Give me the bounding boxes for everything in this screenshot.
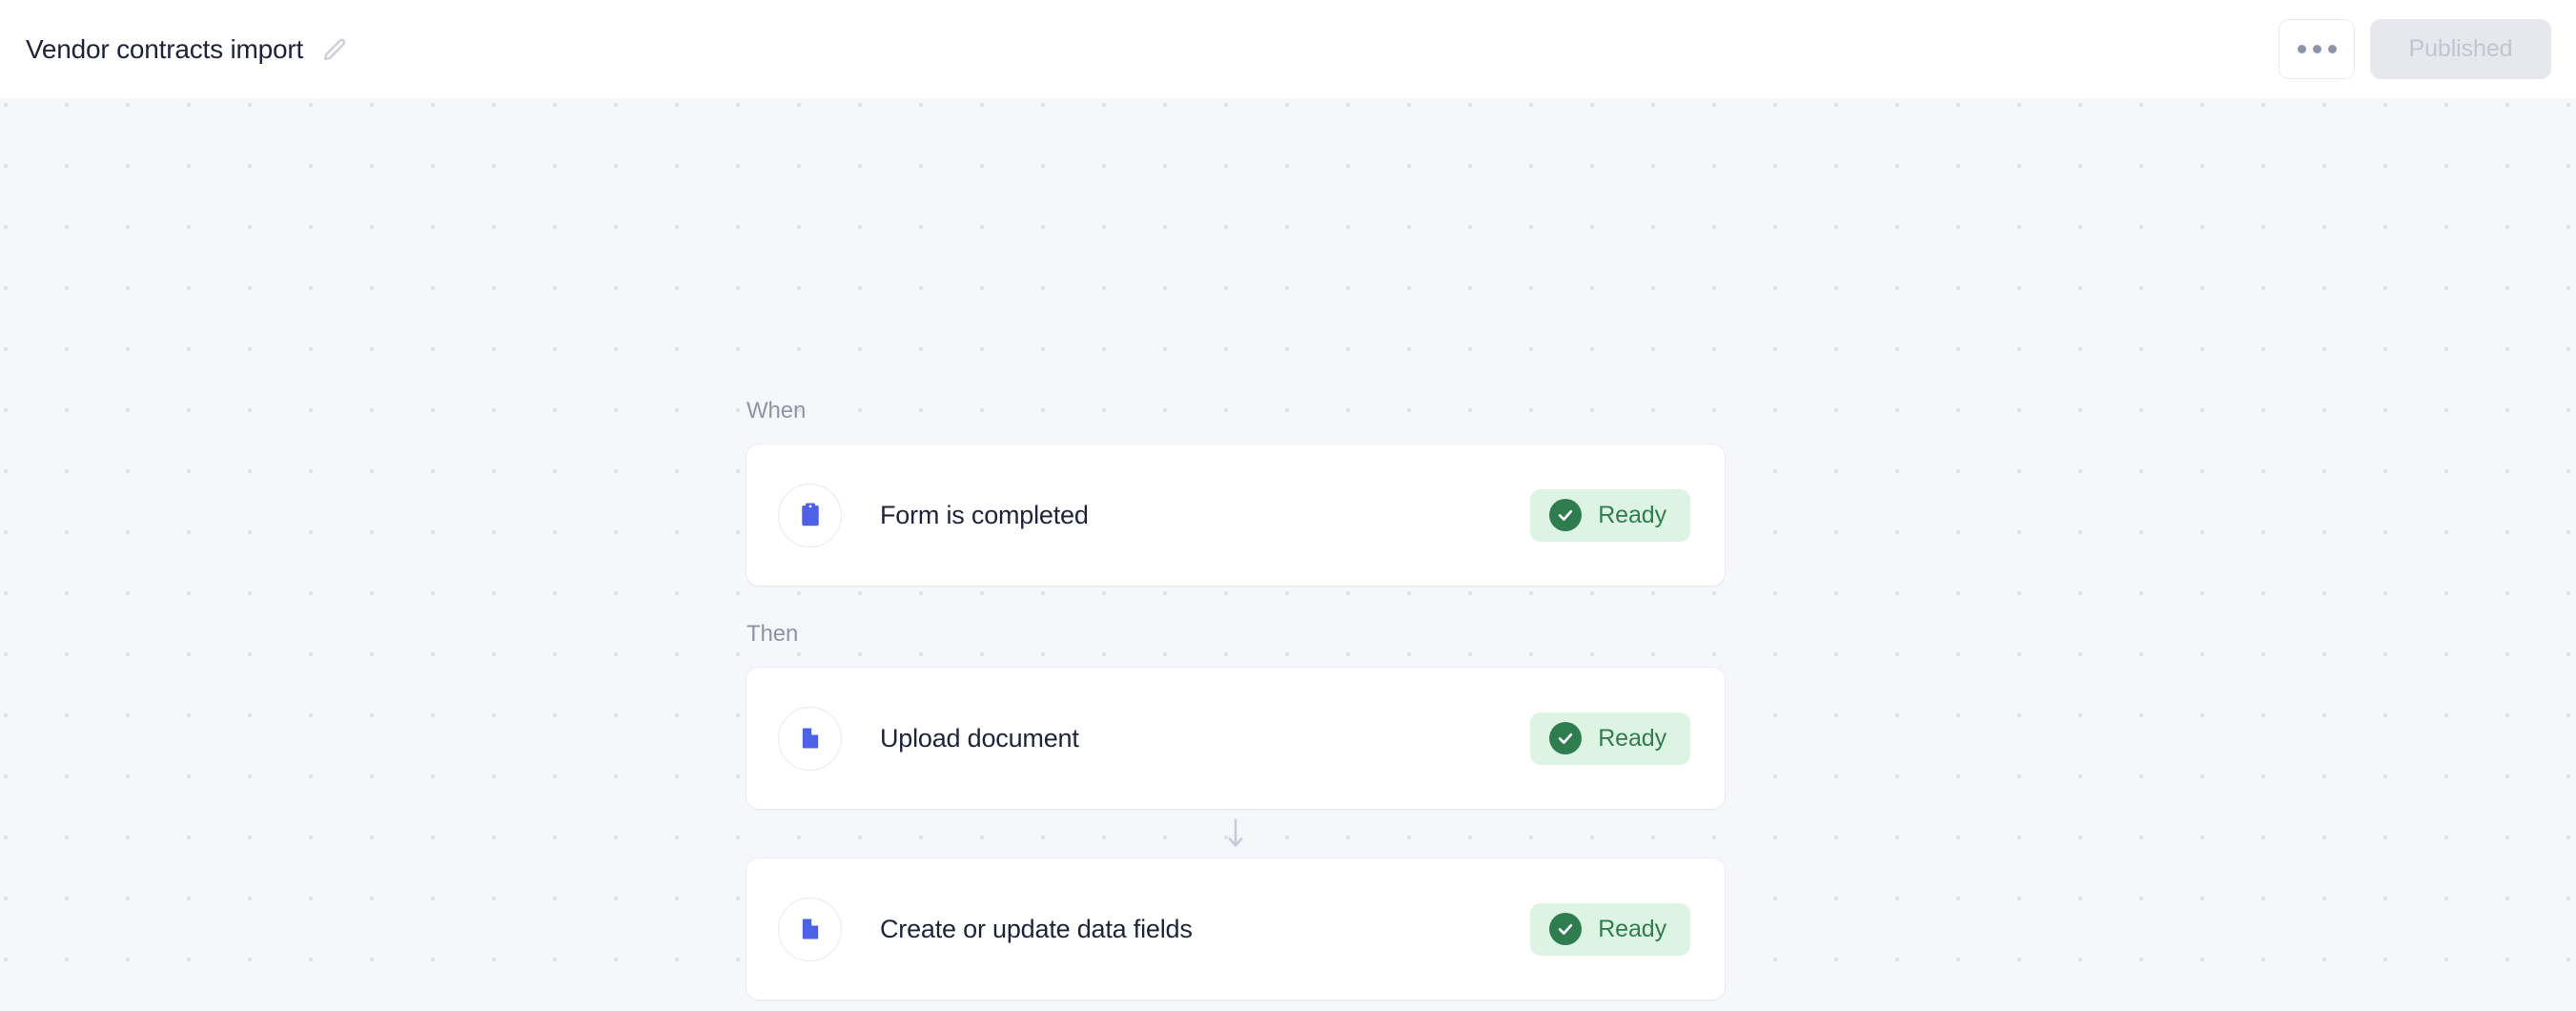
publish-button[interactable]: Published [2370,19,2551,79]
workflow-flow: When Form is completed Ready Then Upload… [746,400,1725,1000]
status-badge-label: Ready [1598,915,1666,942]
ellipsis-icon-dot-2 [2312,45,2321,53]
ellipsis-icon-dot-1 [2297,45,2306,53]
arrow-down-icon [746,809,1725,858]
page-title: Vendor contracts import [26,33,304,64]
status-badge: Ready [1530,488,1690,542]
clipboard-icon [778,483,842,547]
pencil-icon[interactable] [320,35,349,64]
action-node-title: Upload document [880,723,1079,753]
document-icon [778,897,842,961]
status-badge: Ready [1530,902,1690,956]
more-options-button[interactable] [2279,19,2355,79]
status-badge-label: Ready [1598,501,1666,528]
section-label-when: When [746,398,807,423]
status-badge-label: Ready [1598,724,1666,752]
header-right-group: Published [2279,19,2551,79]
action-node-title: Create or update data fields [880,914,1193,943]
check-circle-icon [1549,499,1583,531]
action-node-card[interactable]: Create or update data fields Ready [746,858,1725,1000]
status-badge: Ready [1530,712,1690,765]
app-header: Vendor contracts import Published [0,0,2576,98]
ellipsis-icon-dot-3 [2327,45,2337,53]
action-node-card[interactable]: Upload document Ready [746,668,1725,809]
check-circle-icon [1549,722,1583,754]
check-circle-icon [1549,913,1583,945]
trigger-node-card[interactable]: Form is completed Ready [746,444,1725,586]
header-left-group: Vendor contracts import [26,34,349,65]
workflow-canvas[interactable]: When Form is completed Ready Then Upload… [0,98,2576,1011]
document-icon [778,706,842,771]
section-label-then: Then [746,621,799,647]
trigger-node-title: Form is completed [880,500,1089,529]
